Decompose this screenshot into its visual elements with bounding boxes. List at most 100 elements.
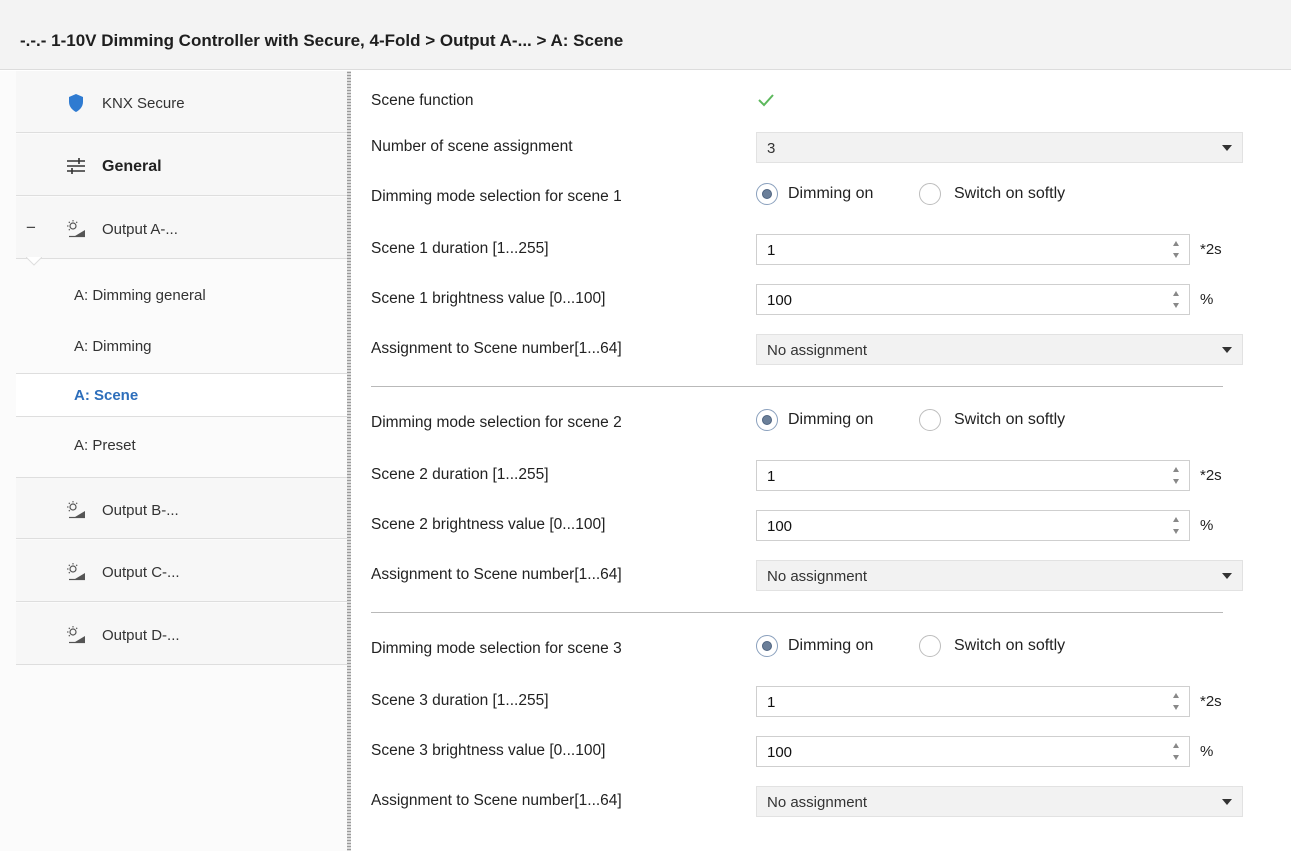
sidebar-item-label: A: Preset [74, 437, 136, 454]
spinbox-value: 100 [767, 292, 793, 309]
spin-down-icon[interactable] [1173, 529, 1179, 534]
chevron-down-icon [1222, 145, 1232, 151]
param-dimming-mode-scene-2: Dimming mode selection for scene 2 Dimmi… [371, 405, 1251, 441]
spin-down-icon[interactable] [1173, 253, 1179, 258]
scene-1-assignment-dropdown[interactable]: No assignment [756, 334, 1243, 365]
lamp-icon [67, 626, 85, 644]
scene-3-brightness-spinbox[interactable]: 100 [756, 736, 1190, 767]
param-dimming-mode-scene-1: Dimming mode selection for scene 1 Dimmi… [371, 179, 1251, 215]
spin-up-icon[interactable] [1173, 743, 1179, 748]
sidebar-item-a-dimming-general[interactable]: A: Dimming general [16, 274, 347, 318]
param-label: Scene 3 brightness value [0...100] [371, 742, 606, 759]
sidebar-item-label: Output C-... [102, 564, 180, 581]
sliders-icon [67, 158, 85, 174]
breadcrumb: -.-.- 1-10V Dimming Controller with Secu… [20, 31, 624, 50]
scene-2-duration-spinbox[interactable]: 1 [756, 460, 1190, 491]
radio-label[interactable]: Switch on softly [954, 411, 1065, 429]
scene-2-assignment-dropdown[interactable]: No assignment [756, 560, 1243, 591]
param-scene-function: Scene function [371, 83, 1251, 119]
radio-switch-on-softly[interactable] [919, 183, 941, 205]
radio-switch-on-softly[interactable] [919, 409, 941, 431]
radio-label[interactable]: Dimming on [788, 637, 873, 655]
spin-down-icon[interactable] [1173, 479, 1179, 484]
radio-dimming-on[interactable] [756, 409, 778, 431]
param-scene-1-assignment: Assignment to Scene number[1...64] No as… [371, 331, 1251, 367]
param-label: Scene 3 duration [1...255] [371, 692, 549, 709]
sidebar-item-label: KNX Secure [102, 95, 185, 112]
param-label: Dimming mode selection for scene 3 [371, 640, 622, 657]
sidebar-item-knx-secure[interactable]: KNX Secure [16, 71, 347, 133]
spin-up-icon[interactable] [1173, 241, 1179, 246]
section-divider [371, 612, 1223, 613]
sidebar-item-label: A: Dimming [74, 338, 152, 355]
scene-3-assignment-dropdown[interactable]: No assignment [756, 786, 1243, 817]
param-label: Number of scene assignment [371, 138, 573, 155]
sidebar-item-output-c[interactable]: Output C-... [16, 540, 347, 602]
param-number-of-scene-assignment: Number of scene assignment 3 [371, 129, 1251, 165]
spin-up-icon[interactable] [1173, 291, 1179, 296]
dropdown-value: No assignment [767, 342, 868, 359]
scene-1-brightness-spinbox[interactable]: 100 [756, 284, 1190, 315]
param-scene-1-brightness: Scene 1 brightness value [0...100] 100 % [371, 281, 1251, 317]
spinbox-value: 100 [767, 744, 793, 761]
sidebar-item-label: Output B-... [102, 502, 179, 519]
scene-1-duration-spinbox[interactable]: 1 [756, 234, 1190, 265]
sidebar-item-output-a[interactable]: − Output A-... [16, 197, 347, 259]
dropdown-value: No assignment [767, 568, 868, 585]
spin-up-icon[interactable] [1173, 517, 1179, 522]
radio-label[interactable]: Switch on softly [954, 185, 1065, 203]
unit-label: *2s [1200, 241, 1222, 258]
param-scene-1-duration: Scene 1 duration [1...255] 1 *2s [371, 231, 1251, 267]
spin-down-icon[interactable] [1173, 303, 1179, 308]
shield-icon [69, 94, 83, 112]
radio-label[interactable]: Switch on softly [954, 637, 1065, 655]
param-scene-2-assignment: Assignment to Scene number[1...64] No as… [371, 557, 1251, 593]
sidebar-item-output-b[interactable]: Output B-... [16, 477, 347, 539]
sidebar-item-general[interactable]: General [16, 134, 347, 196]
sidebar-item-label: A: Scene [74, 387, 139, 404]
scene-2-brightness-spinbox[interactable]: 100 [756, 510, 1190, 541]
sidebar-item-a-preset[interactable]: A: Preset [16, 424, 347, 468]
chevron-down-icon [1222, 347, 1232, 353]
lamp-icon [67, 501, 85, 519]
spinbox-value: 1 [767, 468, 776, 485]
param-label: Scene 1 brightness value [0...100] [371, 290, 606, 307]
param-label: Scene function [371, 92, 474, 109]
spin-up-icon[interactable] [1173, 693, 1179, 698]
param-dimming-mode-scene-3: Dimming mode selection for scene 3 Dimmi… [371, 631, 1251, 667]
collapse-icon[interactable]: − [26, 218, 36, 238]
radio-label[interactable]: Dimming on [788, 185, 873, 203]
spin-down-icon[interactable] [1173, 755, 1179, 760]
spin-down-icon[interactable] [1173, 705, 1179, 710]
sidebar-item-label: Output D-... [102, 627, 180, 644]
lamp-icon [67, 220, 85, 238]
number-of-scene-assignment-dropdown[interactable]: 3 [756, 132, 1243, 163]
radio-switch-on-softly[interactable] [919, 635, 941, 657]
expand-caret-icon [26, 257, 42, 266]
radio-label[interactable]: Dimming on [788, 411, 873, 429]
param-label: Scene 2 brightness value [0...100] [371, 516, 606, 533]
param-label: Scene 1 duration [1...255] [371, 240, 549, 257]
unit-label: *2s [1200, 467, 1222, 484]
sidebar-item-a-scene[interactable]: A: Scene [16, 373, 347, 417]
sidebar-item-output-d[interactable]: Output D-... [16, 603, 347, 665]
param-label: Assignment to Scene number[1...64] [371, 566, 622, 583]
title-bar: -.-.- 1-10V Dimming Controller with Secu… [0, 0, 1291, 70]
chevron-down-icon [1222, 573, 1232, 579]
lamp-icon [67, 563, 85, 581]
param-scene-3-duration: Scene 3 duration [1...255] 1 *2s [371, 683, 1251, 719]
scene-function-checkbox[interactable] [756, 90, 776, 110]
spin-up-icon[interactable] [1173, 467, 1179, 472]
sidebar-item-label: Output A-... [102, 221, 178, 238]
dropdown-value: No assignment [767, 794, 868, 811]
param-label: Dimming mode selection for scene 2 [371, 414, 622, 431]
unit-label: % [1200, 291, 1214, 308]
spinbox-value: 100 [767, 518, 793, 535]
scene-3-duration-spinbox[interactable]: 1 [756, 686, 1190, 717]
unit-label: % [1200, 743, 1214, 760]
param-label: Assignment to Scene number[1...64] [371, 792, 622, 809]
sidebar-item-a-dimming[interactable]: A: Dimming [16, 325, 347, 369]
chevron-down-icon [1222, 799, 1232, 805]
radio-dimming-on[interactable] [756, 635, 778, 657]
radio-dimming-on[interactable] [756, 183, 778, 205]
